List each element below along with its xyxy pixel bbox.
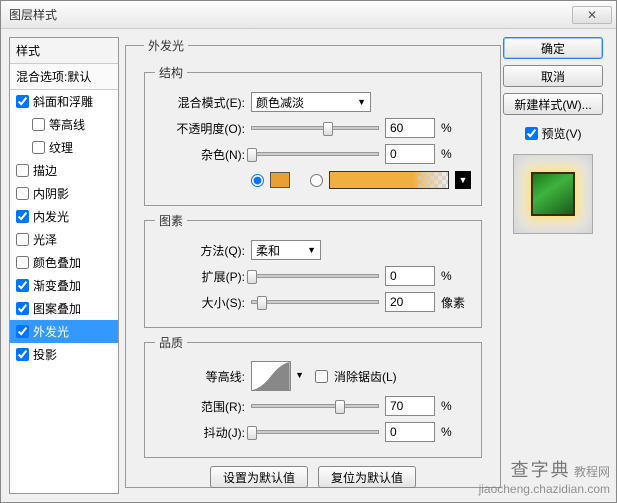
range-input[interactable]	[385, 396, 435, 416]
checkbox-patternoverlay[interactable]	[16, 302, 29, 315]
checkbox-dropshadow[interactable]	[16, 348, 29, 361]
jitter-input[interactable]	[385, 422, 435, 442]
blend-mode-select[interactable]: 颜色减淡 ▼	[251, 92, 371, 112]
chevron-down-icon: ▼	[357, 97, 366, 107]
size-unit: 像素	[441, 294, 471, 311]
checkbox-innerglow[interactable]	[16, 210, 29, 223]
jitter-label: 抖动(J):	[155, 424, 245, 441]
noise-unit: %	[441, 147, 471, 161]
jitter-slider[interactable]	[251, 430, 379, 434]
noise-label: 杂色(N):	[155, 146, 245, 163]
close-icon: ✕	[587, 8, 597, 22]
opacity-label: 不透明度(O):	[155, 120, 245, 137]
ok-button[interactable]: 确定	[503, 37, 603, 59]
styles-sidebar: 样式 混合选项:默认 斜面和浮雕 等高线 纹理 描边 内阴影 内发光 光泽 颜色…	[9, 37, 119, 494]
checkbox-coloroverlay[interactable]	[16, 256, 29, 269]
noise-slider[interactable]	[251, 152, 379, 156]
close-button[interactable]: ✕	[572, 6, 612, 24]
sidebar-item-coloroverlay[interactable]: 颜色叠加	[10, 251, 118, 274]
set-default-button[interactable]: 设置为默认值	[210, 466, 308, 488]
technique-label: 方法(Q):	[155, 242, 245, 259]
noise-input[interactable]	[385, 144, 435, 164]
gradient-dropdown[interactable]: ▼	[455, 171, 471, 189]
chevron-down-icon: ▼	[307, 245, 316, 255]
window-title: 图层样式	[9, 6, 57, 23]
sidebar-item-stroke[interactable]: 描边	[10, 159, 118, 182]
opacity-unit: %	[441, 121, 471, 135]
spread-label: 扩展(P):	[155, 268, 245, 285]
sidebar-item-gradientoverlay[interactable]: 渐变叠加	[10, 274, 118, 297]
sidebar-header[interactable]: 样式	[10, 38, 118, 64]
main-panel: 外发光 结构 混合模式(E): 颜色减淡 ▼ 不透明度(	[125, 37, 492, 494]
opacity-input[interactable]	[385, 118, 435, 138]
checkbox-satin[interactable]	[16, 233, 29, 246]
structure-group: 结构 混合模式(E): 颜色减淡 ▼ 不透明度(O):	[144, 64, 482, 206]
reset-default-button[interactable]: 复位为默认值	[318, 466, 416, 488]
sidebar-item-satin[interactable]: 光泽	[10, 228, 118, 251]
checkbox-texture[interactable]	[32, 141, 45, 154]
checkbox-stroke[interactable]	[16, 164, 29, 177]
sidebar-blend-options[interactable]: 混合选项:默认	[10, 64, 118, 90]
sidebar-item-dropshadow[interactable]: 投影	[10, 343, 118, 366]
elements-legend: 图素	[155, 212, 187, 229]
layer-style-dialog: 图层样式 ✕ 样式 混合选项:默认 斜面和浮雕 等高线 纹理 描边 内阴影 内发…	[0, 0, 617, 503]
contour-picker[interactable]: ▼	[251, 361, 291, 391]
outerglow-legend: 外发光	[144, 37, 188, 54]
cancel-button[interactable]: 取消	[503, 65, 603, 87]
chevron-down-icon: ▼	[295, 370, 304, 380]
checkbox-innershadow[interactable]	[16, 187, 29, 200]
color-swatch[interactable]	[270, 172, 290, 188]
opacity-slider[interactable]	[251, 126, 379, 130]
spread-slider[interactable]	[251, 274, 379, 278]
size-label: 大小(S):	[155, 294, 245, 311]
right-panel: 确定 取消 新建样式(W)... 预览(V)	[498, 37, 608, 494]
preview-swatch-icon	[531, 172, 575, 216]
color-gradient-radio[interactable]	[310, 174, 323, 187]
sidebar-item-bevel[interactable]: 斜面和浮雕	[10, 90, 118, 113]
gradient-swatch[interactable]	[329, 171, 449, 189]
sidebar-item-innershadow[interactable]: 内阴影	[10, 182, 118, 205]
size-input[interactable]	[385, 292, 435, 312]
size-slider[interactable]	[251, 300, 379, 304]
range-label: 范围(R):	[155, 398, 245, 415]
sidebar-item-contour[interactable]: 等高线	[10, 113, 118, 136]
preview-thumbnail	[513, 154, 593, 234]
elements-group: 图素 方法(Q): 柔和 ▼ 扩展(P): %	[144, 212, 482, 328]
antialias-label: 消除锯齿(L)	[334, 368, 397, 385]
structure-legend: 结构	[155, 64, 187, 81]
titlebar: 图层样式 ✕	[1, 1, 616, 29]
sidebar-item-patternoverlay[interactable]: 图案叠加	[10, 297, 118, 320]
color-solid-radio[interactable]	[251, 174, 264, 187]
checkbox-contour[interactable]	[32, 118, 45, 131]
sidebar-item-innerglow[interactable]: 内发光	[10, 205, 118, 228]
spread-unit: %	[441, 269, 471, 283]
jitter-unit: %	[441, 425, 471, 439]
blend-mode-label: 混合模式(E):	[155, 94, 245, 111]
checkbox-outerglow[interactable]	[16, 325, 29, 338]
checkbox-gradientoverlay[interactable]	[16, 279, 29, 292]
sidebar-item-texture[interactable]: 纹理	[10, 136, 118, 159]
preview-label: 预览(V)	[542, 125, 582, 142]
quality-group: 品质 等高线: ▼ 消除锯齿(L) 范围(R):	[144, 334, 482, 458]
outerglow-group: 外发光 结构 混合模式(E): 颜色减淡 ▼ 不透明度(	[125, 37, 501, 488]
contour-label: 等高线:	[155, 368, 245, 385]
technique-select[interactable]: 柔和 ▼	[251, 240, 321, 260]
spread-input[interactable]	[385, 266, 435, 286]
range-slider[interactable]	[251, 404, 379, 408]
checkbox-bevel[interactable]	[16, 95, 29, 108]
new-style-button[interactable]: 新建样式(W)...	[503, 93, 603, 115]
sidebar-item-outerglow[interactable]: 外发光	[10, 320, 118, 343]
preview-checkbox[interactable]	[525, 127, 538, 140]
range-unit: %	[441, 399, 471, 413]
antialias-checkbox[interactable]	[315, 370, 328, 383]
quality-legend: 品质	[155, 334, 187, 351]
